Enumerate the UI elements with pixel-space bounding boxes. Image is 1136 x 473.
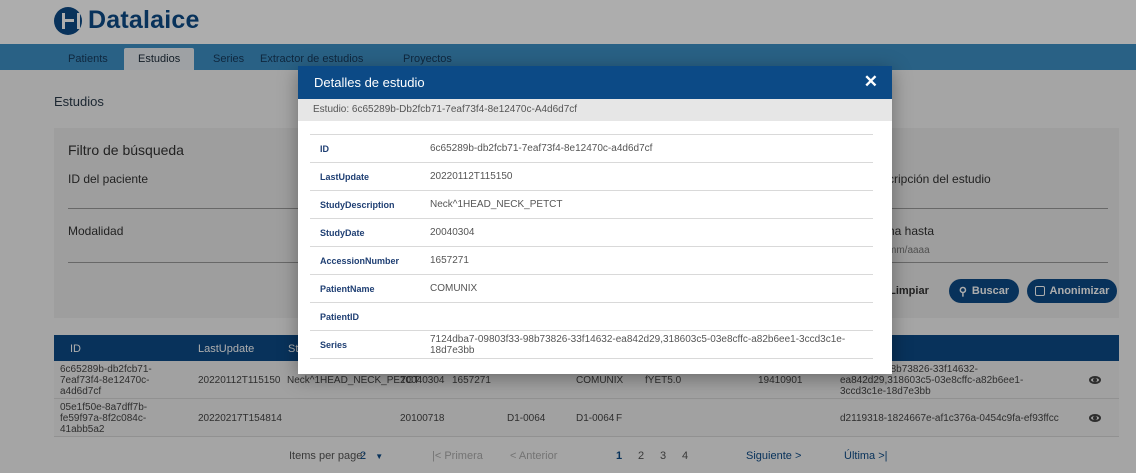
detail-row: StudyDescription Neck^1HEAD_NECK_PETCT: [310, 190, 873, 219]
dialog-header: Detalles de estudio ✕: [298, 66, 892, 99]
dialog-title: Detalles de estudio: [314, 75, 425, 90]
detail-row: StudyDate 20040304: [310, 218, 873, 247]
detail-value: COMUNIX: [424, 274, 873, 303]
detail-row: Series 7124dba7-09803f33-98b73826-33f146…: [310, 330, 873, 359]
detail-value: 1657271: [424, 246, 873, 275]
detail-key: ID: [310, 134, 424, 163]
detail-key: StudyDescription: [310, 190, 424, 219]
detail-value: 20040304: [424, 218, 873, 247]
close-icon[interactable]: ✕: [864, 72, 878, 92]
detail-value: 7124dba7-09803f33-98b73826-33f14632-ea84…: [424, 330, 873, 359]
detail-value: Neck^1HEAD_NECK_PETCT: [424, 190, 873, 219]
detail-row: ID 6c65289b-db2fcb71-7eaf73f4-8e12470c-a…: [310, 134, 873, 163]
detail-key: Series: [310, 330, 424, 359]
detail-key: StudyDate: [310, 218, 424, 247]
detail-row: AccessionNumber 1657271: [310, 246, 873, 275]
detail-key: PatientID: [310, 302, 424, 331]
detail-row: PatientID: [310, 302, 873, 331]
details-table: ID 6c65289b-db2fcb71-7eaf73f4-8e12470c-a…: [310, 134, 873, 359]
detail-key: LastUpdate: [310, 162, 424, 191]
detail-row: LastUpdate 20220112T115150: [310, 162, 873, 191]
detail-value: [424, 302, 873, 331]
detail-key: AccessionNumber: [310, 246, 424, 275]
detail-key: PatientName: [310, 274, 424, 303]
study-details-dialog: Detalles de estudio ✕ Estudio: 6c65289b-…: [298, 66, 892, 374]
dialog-subtitle: Estudio: 6c65289b-Db2fcb71-7eaf73f4-8e12…: [298, 99, 892, 121]
detail-row: PatientName COMUNIX: [310, 274, 873, 303]
detail-value: 20220112T115150: [424, 162, 873, 191]
detail-value: 6c65289b-db2fcb71-7eaf73f4-8e12470c-a4d6…: [424, 134, 873, 163]
